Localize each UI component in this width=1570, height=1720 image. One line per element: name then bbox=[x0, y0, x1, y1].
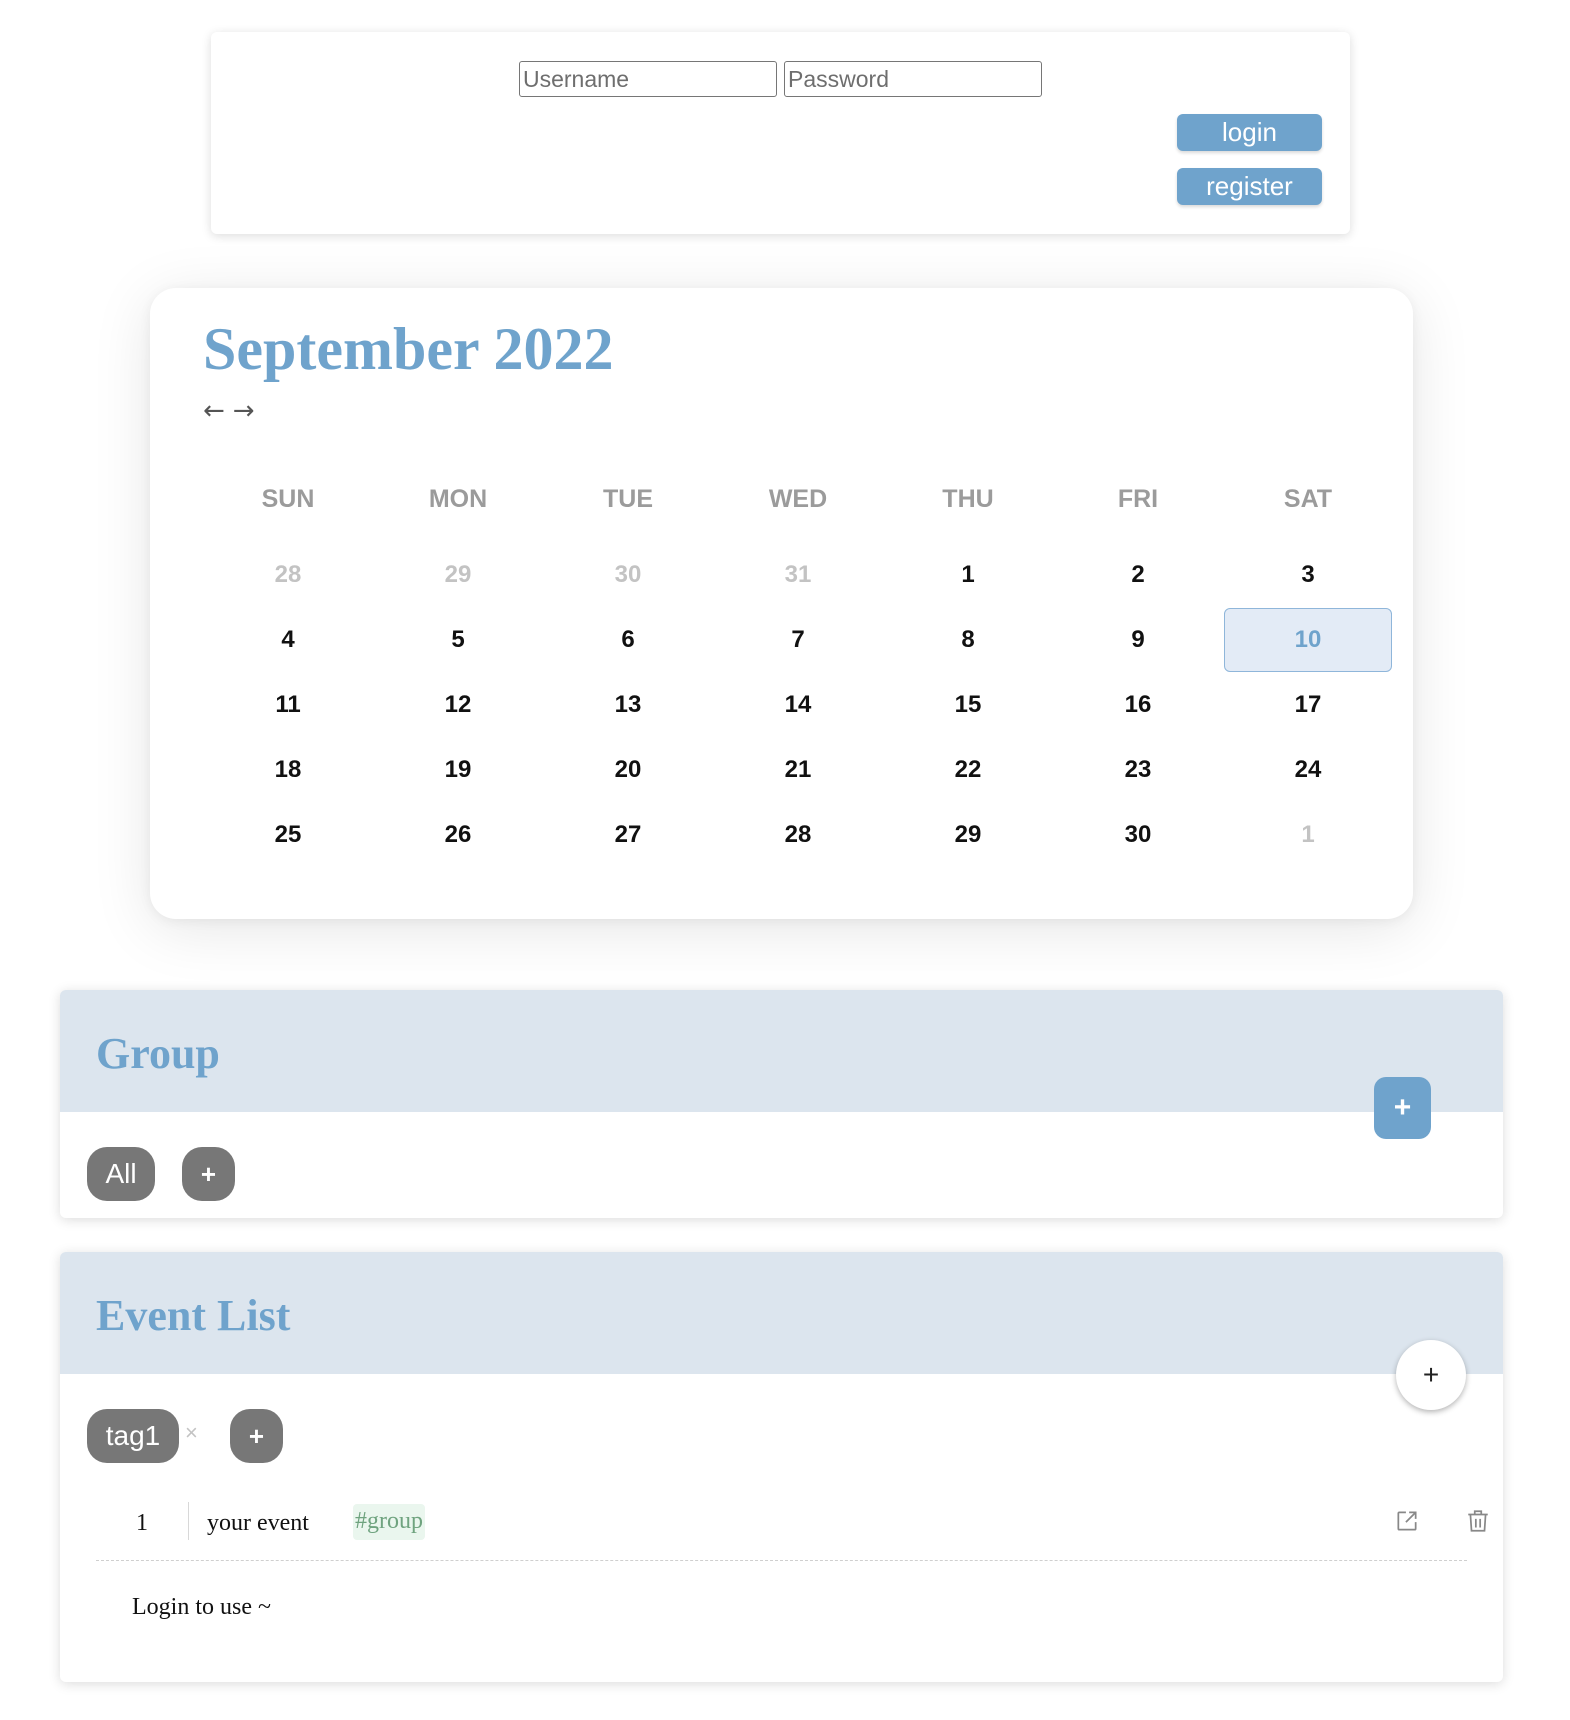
calendar-week-row: 25 26 27 28 29 30 1 bbox=[203, 802, 1393, 867]
calendar-day[interactable]: 8 bbox=[883, 607, 1053, 672]
edit-icon[interactable] bbox=[1394, 1508, 1420, 1534]
calendar-day[interactable]: 6 bbox=[543, 607, 713, 672]
add-event-fab-button[interactable]: + bbox=[1396, 1340, 1466, 1410]
calendar-day[interactable]: 12 bbox=[373, 672, 543, 737]
selected-day-highlight: 10 bbox=[1224, 607, 1392, 672]
tag-remove-icon[interactable]: × bbox=[185, 1420, 198, 1446]
weekday-label: WED bbox=[768, 485, 828, 513]
event-tag-link[interactable]: #group bbox=[353, 1504, 425, 1540]
calendar-day[interactable]: 29 bbox=[883, 802, 1053, 867]
tag-chip[interactable]: tag1 bbox=[87, 1409, 179, 1463]
calendar-week-row: 4 5 6 7 8 9 10 bbox=[203, 607, 1393, 672]
calendar-day[interactable]: 11 bbox=[203, 672, 373, 737]
username-input[interactable] bbox=[519, 61, 777, 97]
calendar-week-row: 11 12 13 14 15 16 17 bbox=[203, 672, 1393, 737]
login-card: login register bbox=[211, 32, 1350, 234]
calendar-day[interactable]: 27 bbox=[543, 802, 713, 867]
event-divider bbox=[188, 1502, 189, 1540]
calendar-day[interactable]: 15 bbox=[883, 672, 1053, 737]
calendar-day[interactable]: 13 bbox=[543, 672, 713, 737]
calendar-week-row: 28 29 30 31 1 2 3 bbox=[203, 542, 1393, 607]
group-title: Group bbox=[96, 1029, 220, 1078]
calendar-day[interactable]: 7 bbox=[713, 607, 883, 672]
calendar-month-title: September 2022 bbox=[203, 316, 614, 382]
calendar-day[interactable]: 20 bbox=[543, 737, 713, 802]
calendar-day[interactable]: 18 bbox=[203, 737, 373, 802]
login-required-message: Login to use ~ bbox=[132, 1594, 271, 1620]
event-number: 1 bbox=[136, 1510, 148, 1536]
calendar-day[interactable]: 28 bbox=[203, 542, 373, 607]
calendar-week-row: 18 19 20 21 22 23 24 bbox=[203, 737, 1393, 802]
calendar-card: September 2022 ← → SUN MON TUE WED THU FRI SAT… bbox=[150, 288, 1413, 919]
password-input[interactable] bbox=[784, 61, 1042, 97]
weekday-label: SUN bbox=[261, 485, 315, 513]
login-button[interactable]: login bbox=[1177, 114, 1322, 151]
event-list-title: Event List bbox=[96, 1291, 291, 1340]
add-group-fab-button[interactable]: + bbox=[1374, 1077, 1431, 1139]
calendar-day[interactable]: 1 bbox=[883, 542, 1053, 607]
calendar-day[interactable]: 31 bbox=[713, 542, 883, 607]
weekday-label: MON bbox=[428, 485, 488, 513]
calendar-day[interactable]: 14 bbox=[713, 672, 883, 737]
group-panel-header: Group + bbox=[60, 990, 1503, 1139]
group-panel: Group + All + bbox=[60, 990, 1503, 1218]
event-list-header: Event List + bbox=[60, 1252, 1503, 1410]
next-month-arrow-icon[interactable]: → bbox=[233, 398, 255, 424]
calendar-day[interactable]: 23 bbox=[1053, 737, 1223, 802]
calendar-day[interactable]: 9 bbox=[1053, 607, 1223, 672]
calendar-day[interactable]: 22 bbox=[883, 737, 1053, 802]
prev-month-arrow-icon[interactable]: ← bbox=[203, 398, 225, 424]
calendar-day[interactable]: 21 bbox=[713, 737, 883, 802]
calendar-day[interactable]: 16 bbox=[1053, 672, 1223, 737]
calendar-day[interactable]: 2 bbox=[1053, 542, 1223, 607]
calendar-day[interactable]: 4 bbox=[203, 607, 373, 672]
event-title: your event bbox=[207, 1510, 309, 1536]
calendar-day[interactable]: 5 bbox=[373, 607, 543, 672]
weekday-label: THU bbox=[942, 485, 994, 513]
weekday-label: TUE bbox=[603, 485, 653, 513]
trash-icon[interactable] bbox=[1465, 1508, 1491, 1534]
calendar-day[interactable]: 26 bbox=[373, 802, 543, 867]
calendar-nav: ← → bbox=[203, 398, 255, 424]
calendar-day[interactable]: 24 bbox=[1223, 737, 1393, 802]
calendar-day[interactable]: 28 bbox=[713, 802, 883, 867]
group-all-chip[interactable]: All bbox=[87, 1147, 155, 1201]
calendar-day[interactable]: 17 bbox=[1223, 672, 1393, 737]
calendar-day[interactable]: 1 bbox=[1223, 802, 1393, 867]
calendar-day[interactable]: 19 bbox=[373, 737, 543, 802]
calendar-weekday-header: SUN MON TUE WED THU FRI SAT bbox=[203, 485, 1393, 514]
calendar-day[interactable]: 25 bbox=[203, 802, 373, 867]
weekday-label: SAT bbox=[1283, 485, 1333, 513]
calendar-grid: 28 29 30 31 1 2 3 4 5 6 7 8 9 10 11 12 13 14 15 16 17 18 19 20 2… bbox=[203, 542, 1393, 867]
weekday-label: FRI bbox=[1117, 485, 1159, 513]
calendar-day[interactable]: 30 bbox=[1053, 802, 1223, 867]
register-button[interactable]: register bbox=[1177, 168, 1322, 205]
calendar-day[interactable]: 30 bbox=[543, 542, 713, 607]
event-list-panel: Event List + tag1 × + 1 your event #grou… bbox=[60, 1252, 1503, 1682]
calendar-day[interactable]: 29 bbox=[373, 542, 543, 607]
add-group-chip-button[interactable]: + bbox=[182, 1147, 235, 1201]
calendar-day[interactable]: 3 bbox=[1223, 542, 1393, 607]
event-list-item[interactable]: 1 your event #group bbox=[96, 1490, 1488, 1561]
calendar-day-selected[interactable]: 10 bbox=[1223, 607, 1393, 672]
add-tag-button[interactable]: + bbox=[230, 1409, 283, 1463]
